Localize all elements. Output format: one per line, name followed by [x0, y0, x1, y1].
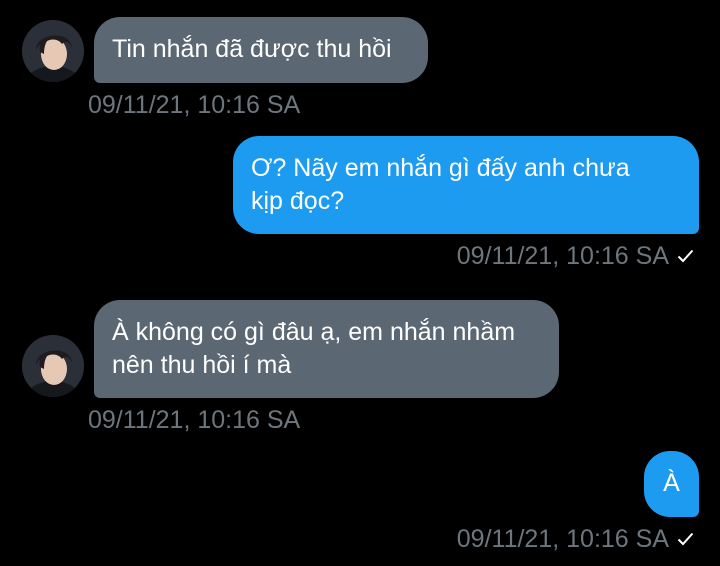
avatar[interactable] [22, 20, 84, 82]
check-icon [677, 249, 694, 263]
message-timestamp: 09/11/21, 10:16 SA [456, 525, 669, 553]
message-status: 09/11/21, 10:16 SA [457, 524, 694, 554]
avatar-image [22, 335, 84, 397]
message-text: Tin nhắn đã được thu hồi [112, 35, 392, 63]
message-timestamp: 09/11/21, 10:16 SA [88, 91, 301, 119]
message-bubble-incoming[interactable]: À không có gì đâu ạ, em nhắn nhầm nên th… [94, 300, 559, 398]
avatar-image [22, 20, 84, 82]
message-bubble-incoming[interactable]: Tin nhắn đã được thu hồi [94, 17, 428, 83]
message-text-line: nên thu hồi í mà [112, 351, 292, 379]
message-text: À [663, 469, 680, 497]
check-icon [677, 532, 694, 546]
message-status: 09/11/21, 10:16 SA [457, 241, 694, 271]
message-text-line: kịp đọc? [251, 187, 345, 215]
message-timestamp: 09/11/21, 10:16 SA [88, 406, 301, 434]
avatar[interactable] [22, 335, 84, 397]
message-bubble-outgoing[interactable]: À [644, 451, 699, 517]
message-bubble-outgoing[interactable]: Ơ? Nãy em nhắn gì đấy anh chưa kịp đọc? [233, 136, 699, 234]
message-text-line: À không có gì đâu ạ, em nhắn nhầm [112, 318, 516, 346]
message-text-line: Ơ? Nãy em nhắn gì đấy anh chưa [251, 154, 630, 182]
message-timestamp: 09/11/21, 10:16 SA [456, 242, 669, 270]
